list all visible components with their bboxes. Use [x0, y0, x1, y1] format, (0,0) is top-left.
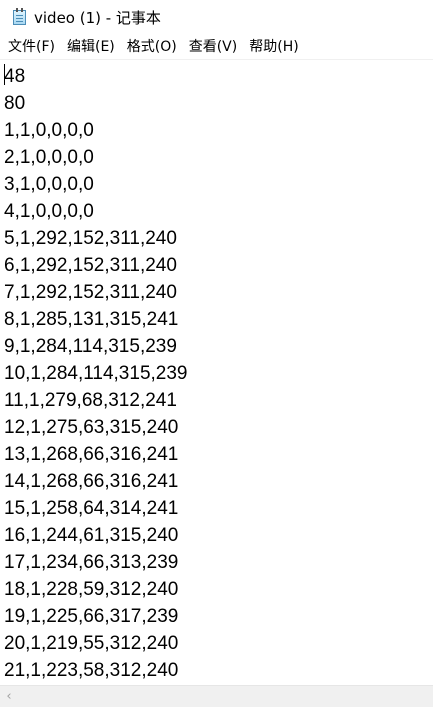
menu-view[interactable]: 查看(V)	[183, 36, 244, 58]
text-line: 1,1,0,0,0,0	[4, 120, 94, 141]
text-line: 11,1,279,68,312,241	[4, 390, 177, 411]
menu-help[interactable]: 帮助(H)	[243, 36, 304, 58]
notepad-window: video (1) - 记事本 文件(F) 编辑(E) 格式(O) 查看(V) …	[0, 0, 433, 707]
text-line: 16,1,244,61,315,240	[4, 525, 179, 546]
text-line: 12,1,275,63,315,240	[4, 417, 179, 438]
notepad-icon	[12, 8, 28, 26]
text-line: 10,1,284,114,315,239	[4, 363, 188, 384]
menu-bar: 文件(F) 编辑(E) 格式(O) 查看(V) 帮助(H)	[0, 34, 433, 59]
text-line: 20,1,219,55,312,240	[4, 633, 179, 654]
text-caret	[4, 64, 5, 85]
text-line: 2,1,0,0,0,0	[4, 147, 94, 168]
text-line: 9,1,284,114,315,239	[4, 336, 177, 357]
title-bar[interactable]: video (1) - 记事本	[0, 0, 433, 34]
menu-file[interactable]: 文件(F)	[2, 36, 61, 58]
text-line: 5,1,292,152,311,240	[4, 228, 177, 249]
text-line: 19,1,225,66,317,239	[4, 606, 179, 627]
menu-format[interactable]: 格式(O)	[121, 36, 183, 58]
text-content: 48 80 1,1,0,0,0,0 2,1,0,0,0,0 3,1,0,0,0,…	[0, 60, 433, 684]
text-line: 17,1,234,66,313,239	[4, 552, 179, 573]
text-editor[interactable]: 48 80 1,1,0,0,0,0 2,1,0,0,0,0 3,1,0,0,0,…	[0, 59, 433, 685]
text-line: 21,1,223,58,312,240	[4, 660, 179, 681]
text-line: 48	[4, 66, 26, 87]
text-line: 80	[4, 93, 26, 114]
text-line: 7,1,292,152,311,240	[4, 282, 177, 303]
scrollbar-track[interactable]	[18, 686, 433, 707]
text-line: 13,1,268,66,316,241	[4, 444, 179, 465]
menu-edit[interactable]: 编辑(E)	[61, 36, 121, 58]
horizontal-scrollbar[interactable]: ‹	[0, 685, 433, 707]
text-line: 18,1,228,59,312,240	[4, 579, 179, 600]
text-line: 14,1,268,66,316,241	[4, 471, 179, 492]
text-line: 15,1,258,64,314,241	[4, 498, 179, 519]
text-line: 3,1,0,0,0,0	[4, 174, 94, 195]
window-title: video (1) - 记事本	[34, 8, 161, 27]
text-line: 6,1,292,152,311,240	[4, 255, 177, 276]
text-line: 4,1,0,0,0,0	[4, 201, 94, 222]
chevron-left-icon[interactable]: ‹	[0, 686, 18, 707]
text-line: 8,1,285,131,315,241	[4, 309, 179, 330]
